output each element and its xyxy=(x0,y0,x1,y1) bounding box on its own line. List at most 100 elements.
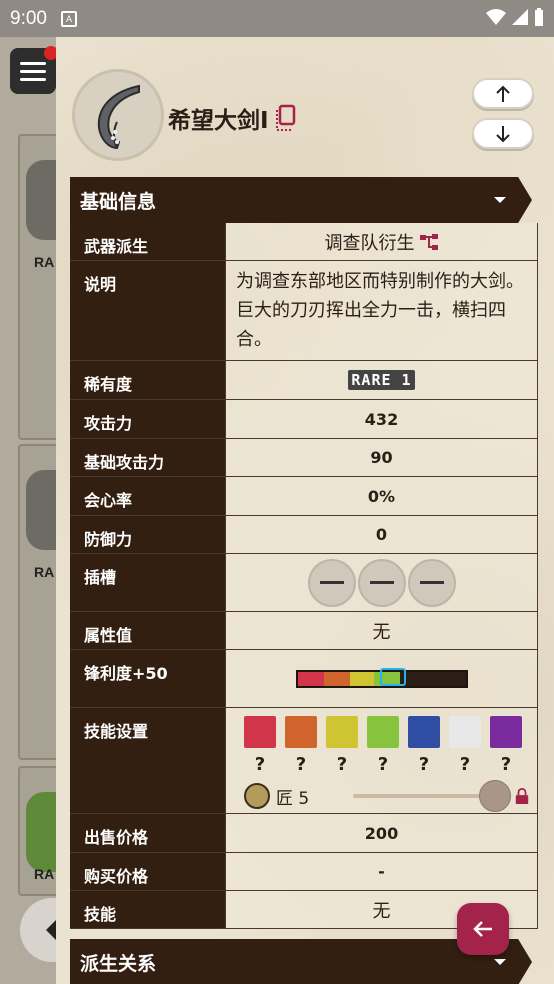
sharpness-yellow xyxy=(349,671,374,686)
arrow-left-icon xyxy=(473,921,492,937)
slots-value xyxy=(225,554,538,611)
gem-question: ? xyxy=(500,754,512,775)
section-basic-title: 基础信息 xyxy=(80,190,157,213)
row-label: 出售价格 xyxy=(70,814,225,852)
row-label: 武器派生 xyxy=(70,223,225,260)
row-derive: 武器派生 调查队衍生 xyxy=(70,223,538,261)
background-rare: RA xyxy=(34,254,55,270)
status-bar: 9:00 A xyxy=(0,0,554,37)
status-time: 9:00 xyxy=(10,7,47,29)
gem-question: ? xyxy=(377,754,389,775)
signal-icon xyxy=(512,9,528,25)
gem-question: ? xyxy=(459,754,471,775)
gem-question: ? xyxy=(295,754,307,775)
row-sharpness: 锋利度+50 xyxy=(70,650,538,708)
row-defense: 防御力 0 xyxy=(70,516,538,554)
row-base-attack: 基础攻击力 90 xyxy=(70,439,538,477)
row-buy: 购买价格 - xyxy=(70,853,538,891)
info-table: 武器派生 调查队衍生 说明 为调查东部地区而特别制作的大剑。巨大的刀刃挥出全力一… xyxy=(70,223,538,929)
next-weapon-button[interactable] xyxy=(472,118,534,149)
weapon-detail-panel: 希望大剑I 基础信息 武器派生 调查队衍生 说明 为调查东部地区而特别制作的大剑… xyxy=(56,37,554,984)
sharpness-bar xyxy=(295,667,468,688)
sharpness-value xyxy=(225,650,538,707)
row-attack: 攻击力 432 xyxy=(70,400,538,439)
slider-knob[interactable] xyxy=(479,780,512,812)
section-derive-title: 派生关系 xyxy=(80,952,157,975)
gem-swatch[interactable] xyxy=(490,716,522,748)
row-sell: 出售价格 200 xyxy=(70,814,538,853)
status-icons xyxy=(486,8,544,26)
gem-swatch[interactable] xyxy=(244,716,276,748)
gem-swatch[interactable] xyxy=(408,716,440,748)
gem-swatch[interactable] xyxy=(449,716,481,748)
weapon-title: 希望大剑I xyxy=(168,101,297,135)
row-label: 稀有度 xyxy=(70,361,225,399)
weapon-icon xyxy=(72,69,164,161)
back-button[interactable] xyxy=(457,903,509,955)
row-description: 说明 为调查东部地区而特别制作的大剑。巨大的刀刃挥出全力一击，横扫四合。 xyxy=(70,261,538,361)
description-text: 为调查东部地区而特别制作的大剑。巨大的刀刃挥出全力一击，横扫四合。 xyxy=(225,261,538,360)
decoration-slot[interactable] xyxy=(407,558,456,607)
row-label: 插槽 xyxy=(70,554,225,611)
skill-setting-value: ??????? 匠 5 xyxy=(225,708,538,813)
collapse-caret-icon xyxy=(494,197,506,203)
affinity-value: 0% xyxy=(225,477,538,515)
row-label: 锋利度+50 xyxy=(70,650,225,707)
derive-link[interactable]: 调查队衍生 xyxy=(225,223,538,260)
gem-swatch[interactable] xyxy=(326,716,358,748)
rarity-badge: RARE 1 xyxy=(348,370,415,390)
handicraft-slider[interactable] xyxy=(353,780,512,812)
defense-value: 0 xyxy=(225,516,538,553)
gem-swatch[interactable] xyxy=(367,716,399,748)
sell-value: 200 xyxy=(225,814,538,852)
arrow-up-icon xyxy=(496,85,510,102)
row-label: 技能 xyxy=(70,891,225,928)
buy-value: - xyxy=(225,853,538,890)
notification-icon: A xyxy=(60,10,77,27)
attack-value: 432 xyxy=(225,400,538,438)
background-card[interactable]: RA xyxy=(18,444,62,760)
derive-value: 调查队衍生 xyxy=(324,232,415,254)
collapse-caret-icon xyxy=(494,959,506,965)
handicraft-control: 匠 5 xyxy=(244,780,530,812)
row-label: 防御力 xyxy=(70,516,225,553)
weapon-name: 希望大剑I xyxy=(168,108,269,134)
row-label: 属性值 xyxy=(70,612,225,649)
background-rare: RA xyxy=(34,564,55,580)
base-attack-value: 90 xyxy=(225,439,538,476)
gem-question-marks: ??????? xyxy=(244,748,527,775)
handicraft-icon xyxy=(244,783,270,809)
row-label: 攻击力 xyxy=(70,400,225,438)
previous-weapon-button[interactable] xyxy=(472,78,534,109)
gem-swatch[interactable] xyxy=(285,716,317,748)
row-rarity: 稀有度 RARE 1 xyxy=(70,361,538,400)
wifi-icon xyxy=(486,9,506,25)
sharpness-cursor xyxy=(379,667,406,686)
row-element: 属性值 无 xyxy=(70,612,538,650)
background-card[interactable]: RA xyxy=(18,134,62,440)
element-value: 无 xyxy=(225,612,538,649)
row-skill-setting: 技能设置 ??????? 匠 5 xyxy=(70,708,538,814)
gem-swatches xyxy=(244,716,527,748)
row-label: 说明 xyxy=(70,261,225,360)
row-label: 会心率 xyxy=(70,477,225,515)
gem-question: ? xyxy=(254,754,266,775)
background-rare: RA xyxy=(34,866,55,882)
rarity-value: RARE 1 xyxy=(225,361,538,399)
sharpness-red xyxy=(297,671,324,686)
compare-icon[interactable] xyxy=(275,104,297,132)
background-card[interactable]: RA xyxy=(18,766,62,896)
decoration-slot[interactable] xyxy=(307,558,356,607)
sharpness-orange xyxy=(323,671,350,686)
row-slots: 插槽 xyxy=(70,554,538,612)
section-basic-info[interactable]: 基础信息 xyxy=(70,177,532,223)
arrow-down-icon xyxy=(496,125,510,142)
handicraft-label: 匠 5 xyxy=(276,788,310,809)
tree-icon xyxy=(419,233,438,250)
decoration-slot[interactable] xyxy=(357,558,406,607)
lock-icon[interactable] xyxy=(514,788,530,804)
row-label: 基础攻击力 xyxy=(70,439,225,476)
row-label: 技能设置 xyxy=(70,708,225,813)
gem-question: ? xyxy=(418,754,430,775)
gem-question: ? xyxy=(336,754,348,775)
